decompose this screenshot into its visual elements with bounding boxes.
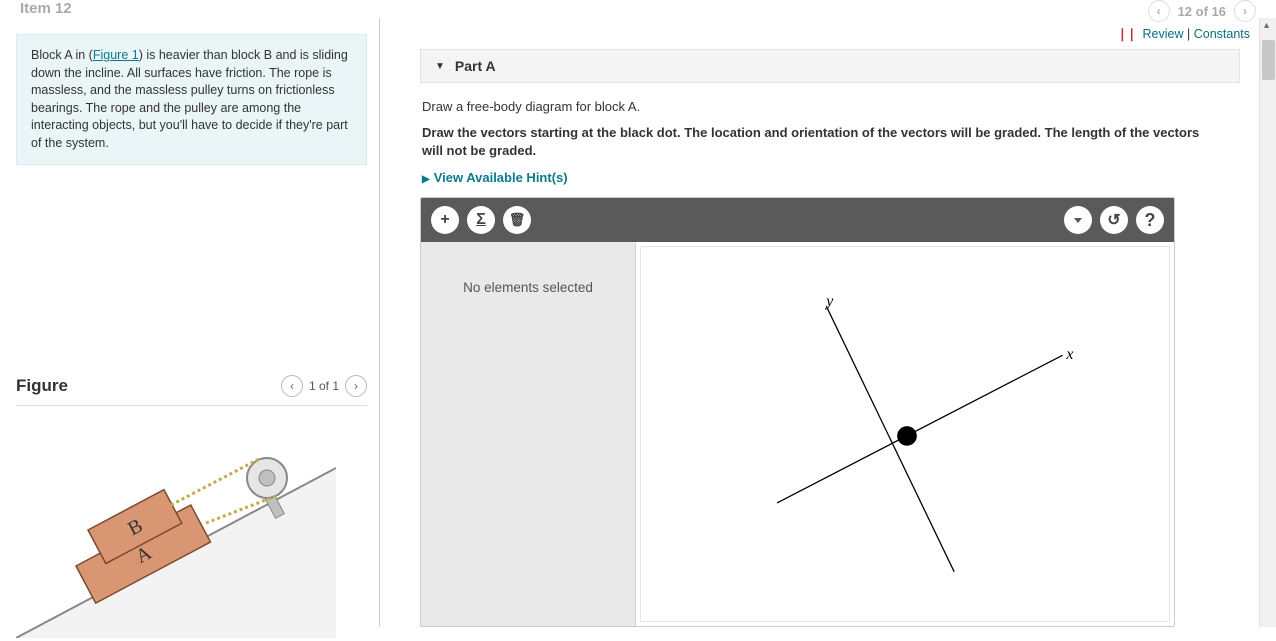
figure-image: A B [16, 418, 367, 641]
problem-text-pre: Block A in ( [31, 48, 93, 62]
hints-label: View Available Hint(s) [434, 170, 568, 185]
scrollbar-thumb[interactable] [1262, 40, 1275, 80]
instruction-1: Draw a free-body diagram for block A. [422, 99, 1250, 114]
delete-button[interactable]: 🗑 [503, 206, 531, 234]
figure-heading: Figure [16, 376, 68, 396]
selection-panel: No elements selected [421, 242, 636, 626]
part-label: Part A [455, 58, 496, 74]
svg-text:x: x [1065, 347, 1073, 364]
resources-icon: ❘❘ [1117, 27, 1136, 41]
constants-link[interactable]: Constants [1194, 27, 1250, 41]
item-title: Item 12 [20, 0, 72, 17]
problem-statement: Block A in (Figure 1) is heavier than bl… [16, 34, 367, 165]
part-header[interactable]: ▼ Part A [420, 49, 1240, 83]
drawing-area[interactable]: y x [640, 246, 1170, 622]
review-link[interactable]: Review [1143, 27, 1184, 41]
scroll-up-icon: ▴ [1264, 20, 1269, 31]
sum-button[interactable]: Σ [467, 206, 495, 234]
figure-link[interactable]: Figure 1 [93, 48, 139, 62]
dropdown-button[interactable] [1064, 206, 1092, 234]
expand-icon: ▶ [422, 174, 430, 185]
collapse-icon: ▼ [435, 61, 445, 72]
item-progress: 12 of 16 [1178, 4, 1226, 19]
view-hints-toggle[interactable]: ▶ View Available Hint(s) [422, 170, 1250, 185]
figure-next-button[interactable]: › [345, 375, 367, 397]
instruction-2: Draw the vectors starting at the black d… [422, 124, 1222, 160]
drawing-canvas-frame: + Σ 🗑 ↺ ? No elements selected [420, 197, 1175, 627]
help-button[interactable]: ? [1136, 206, 1164, 234]
reset-button[interactable]: ↺ [1100, 206, 1128, 234]
separator: | [1187, 27, 1194, 41]
canvas-toolbar: + Σ 🗑 ↺ ? [421, 198, 1174, 242]
add-vector-button[interactable]: + [431, 206, 459, 234]
figure-counter: 1 of 1 [309, 379, 339, 393]
figure-prev-button[interactable]: ‹ [281, 375, 303, 397]
svg-text:y: y [824, 293, 833, 310]
problem-text-post: ) is heavier than block B and is sliding… [31, 48, 348, 150]
vertical-scrollbar[interactable]: ▴ [1259, 18, 1276, 627]
chevron-down-icon [1074, 218, 1082, 223]
no-selection-text: No elements selected [463, 280, 593, 295]
